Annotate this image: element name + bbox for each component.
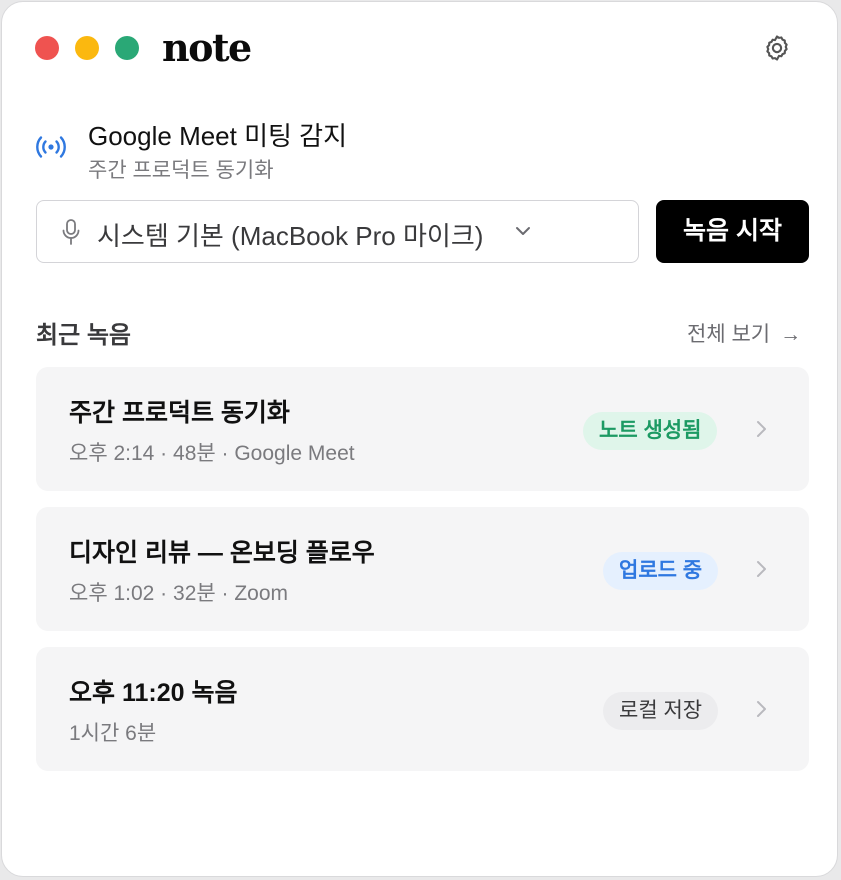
recording-title: 오후 11:20 녹음 — [69, 679, 238, 707]
status-badge: 업로드 중 — [603, 552, 719, 590]
status-badge: 로컬 저장 — [603, 692, 719, 730]
recording-card[interactable]: 주간 프로덕트 동기화 오후 2:14 · 48분 · Google Meet … — [36, 367, 809, 491]
minimize-window-button[interactable] — [75, 36, 99, 60]
app-logo: note — [162, 25, 252, 70]
recording-card[interactable]: 디자인 리뷰 — 온보딩 플로우 오후 1:02 · 32분 · Zoom 업로… — [36, 507, 809, 631]
recording-card[interactable]: 오후 11:20 녹음 1시간 6분 로컬 저장 — [36, 647, 809, 771]
zoom-window-button[interactable] — [115, 36, 139, 60]
detection-subtitle: 주간 프로덕트 동기화 — [88, 159, 274, 182]
view-all-link[interactable]: 전체 보기 → — [687, 318, 801, 348]
recent-recordings-heading: 최근 녹음 — [36, 322, 131, 349]
chevron-right-icon — [757, 561, 766, 577]
close-window-button[interactable] — [35, 36, 59, 60]
view-all-label: 전체 보기 — [687, 323, 771, 346]
microphone-select-value: 시스템 기본 (MacBook Pro 마이크) — [97, 221, 484, 251]
recording-title: 주간 프로덕트 동기화 — [69, 399, 290, 427]
detection-title: Google Meet 미팅 감지 — [88, 121, 347, 151]
gear-icon[interactable] — [762, 33, 792, 63]
chevron-right-icon — [757, 701, 766, 717]
app-window: note Google Meet 미팅 감지 주간 프로덕트 동기화 시스템 기… — [1, 1, 838, 877]
titlebar: note — [2, 2, 837, 94]
meeting-detection: Google Meet 미팅 감지 주간 프로덕트 동기화 — [34, 112, 794, 182]
recording-meta: 1시간 6분 — [69, 722, 157, 745]
status-badge: 노트 생성됨 — [583, 412, 718, 450]
chevron-down-icon — [516, 227, 530, 235]
chevron-right-icon — [757, 421, 766, 437]
microphone-icon — [62, 219, 80, 245]
recording-meta: 오후 2:14 · 48분 · Google Meet — [69, 442, 355, 465]
recording-title: 디자인 리뷰 — 온보딩 플로우 — [69, 539, 375, 567]
broadcast-icon — [36, 136, 66, 158]
arrow-right-icon: → — [780, 323, 802, 346]
recording-meta: 오후 1:02 · 32분 · Zoom — [69, 582, 289, 605]
start-recording-button[interactable]: 녹음 시작 — [656, 200, 809, 263]
microphone-select[interactable]: 시스템 기본 (MacBook Pro 마이크) — [36, 200, 639, 263]
